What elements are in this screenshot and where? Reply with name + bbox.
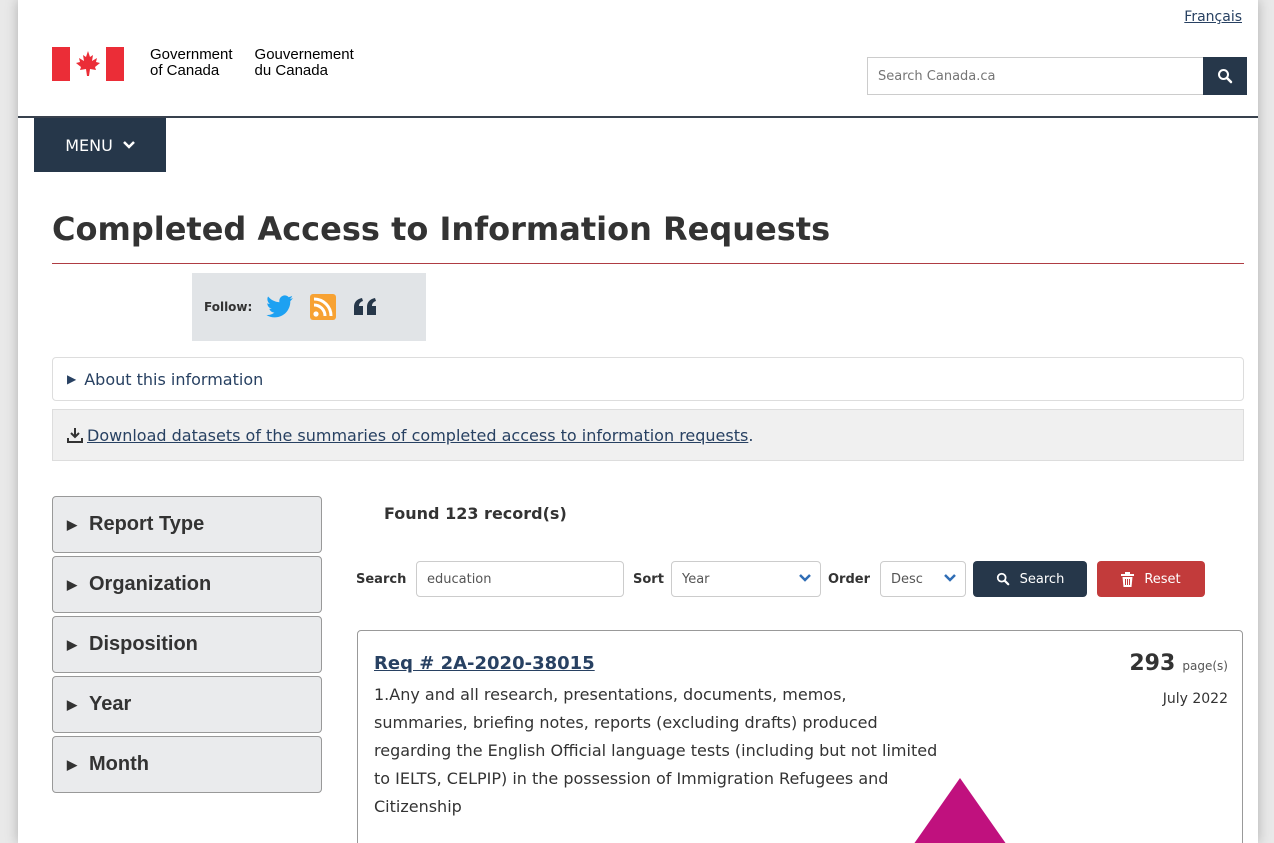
search-button-label: Search (1019, 571, 1065, 587)
caret-right-icon: ▶ (67, 636, 77, 652)
trash-icon (1121, 571, 1135, 587)
search-label: Search (356, 572, 407, 587)
download-datasets-link[interactable]: Download datasets of the summaries of co… (87, 426, 748, 445)
site-search (867, 57, 1247, 95)
gov-canada-signature[interactable]: Government of Canada Gouvernement du Can… (52, 47, 376, 81)
caret-right-icon: ▶ (67, 576, 77, 592)
order-select[interactable]: Desc (880, 561, 966, 597)
menu-button[interactable]: MENU (34, 118, 166, 172)
menu-label: MENU (65, 135, 113, 155)
caret-right-icon: ▶ (67, 756, 77, 772)
facet-label: Year (89, 693, 132, 715)
language-toggle-link[interactable]: Français (1184, 9, 1242, 25)
sort-value: Year (682, 571, 710, 587)
result-card: Req # 2A-2020-38015 293 page(s) July 202… (357, 630, 1243, 843)
page-count-number: 293 (1129, 651, 1176, 676)
facet-label: Month (89, 753, 149, 775)
canada-flag-icon (52, 47, 124, 81)
site-search-button[interactable] (1203, 57, 1247, 95)
caret-right-icon: ▶ (67, 372, 77, 386)
facet-organization[interactable]: ▶ Organization (52, 556, 322, 613)
results-count: Found 123 record(s) (384, 504, 567, 523)
browser-page: Français Government of Canada Gouverneme… (18, 0, 1258, 843)
facet-year[interactable]: ▶ Year (52, 676, 322, 733)
title-underline (52, 263, 1244, 264)
download-icon (67, 428, 83, 443)
download-notice: Download datasets of the summaries of co… (52, 409, 1244, 461)
sort-select[interactable]: Year (671, 561, 821, 597)
search-icon (1218, 69, 1233, 84)
page-title: Completed Access to Information Requests (52, 210, 831, 248)
page-count: 293 page(s) (1129, 651, 1228, 676)
request-description: 1.Any and all research, presentations, d… (374, 685, 938, 816)
page-count-unit: page(s) (1182, 659, 1228, 673)
facet-label: Report Type (89, 513, 205, 535)
keyword-value: education (427, 571, 492, 587)
facet-label: Organization (89, 573, 212, 595)
about-this-information-toggle[interactable]: ▶ About this information (52, 357, 1244, 401)
caret-right-icon: ▶ (67, 696, 77, 712)
chevron-down-icon (122, 141, 135, 149)
quote-icon[interactable] (352, 297, 378, 317)
facet-report-type[interactable]: ▶ Report Type (52, 496, 322, 553)
chevron-down-icon (944, 574, 956, 582)
gov-name-english: Government of Canada (150, 46, 233, 79)
facet-label: Disposition (89, 633, 198, 655)
reset-button[interactable]: Reset (1097, 561, 1205, 597)
order-label: Order (828, 572, 870, 587)
download-suffix: . (748, 425, 754, 445)
follow-label: Follow: (204, 300, 253, 314)
facet-disposition[interactable]: ▶ Disposition (52, 616, 322, 673)
reset-button-label: Reset (1144, 571, 1181, 587)
search-icon (996, 572, 1009, 586)
chevron-down-icon (799, 574, 811, 582)
facet-month[interactable]: ▶ Month (52, 736, 322, 793)
gov-name-french: Gouvernement du Canada (254, 46, 354, 79)
rss-icon[interactable] (310, 294, 337, 320)
order-value: Desc (891, 571, 923, 587)
caret-right-icon: ▶ (67, 516, 77, 532)
header-divider (18, 116, 1258, 118)
follow-bar: Follow: (192, 273, 426, 341)
request-date: July 2022 (1162, 691, 1228, 707)
sort-label: Sort (633, 572, 664, 587)
request-id-link[interactable]: Req # 2A-2020-38015 (374, 653, 595, 674)
keyword-search-input[interactable]: education (416, 561, 624, 597)
site-search-input[interactable] (867, 57, 1203, 95)
about-label: About this information (84, 369, 264, 389)
search-button[interactable]: Search (973, 561, 1087, 597)
twitter-icon[interactable] (266, 295, 294, 319)
pointer-cursor-icon (904, 778, 1016, 843)
